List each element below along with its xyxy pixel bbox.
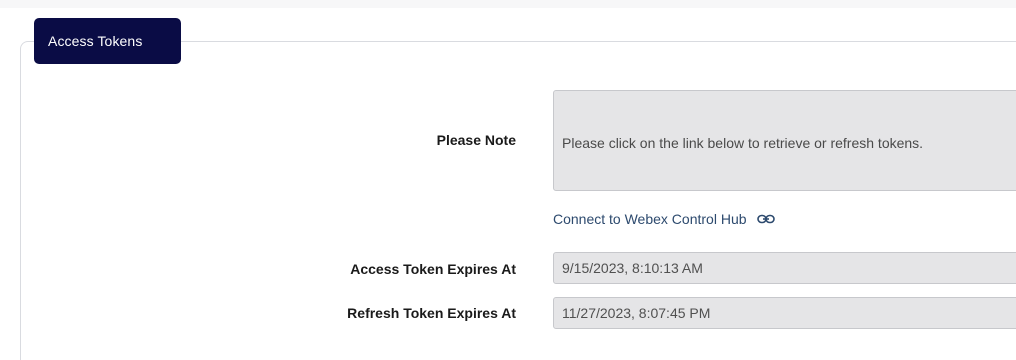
access-tokens-tab[interactable]: Access Tokens — [34, 18, 181, 64]
please-note-box: Please click on the link below to retrie… — [553, 90, 1016, 191]
top-strip — [0, 0, 1016, 8]
refresh-token-expires-label: Refresh Token Expires At — [347, 305, 516, 321]
link-icon[interactable] — [756, 213, 775, 225]
access-token-expires-label: Access Token Expires At — [350, 261, 516, 277]
refresh-token-expires-field[interactable]: 11/27/2023, 8:07:45 PM — [553, 297, 1016, 329]
connect-webex-link-text[interactable]: Connect to Webex Control Hub — [553, 211, 747, 227]
access-token-expires-field[interactable]: 9/15/2023, 8:10:13 AM — [553, 252, 1016, 284]
page: Access Tokens Please Note Please click o… — [0, 0, 1016, 360]
please-note-text: Please click on the link below to retrie… — [562, 135, 924, 151]
please-note-label: Please Note — [436, 132, 516, 148]
connect-webex-link[interactable]: Connect to Webex Control Hub — [553, 209, 775, 229]
